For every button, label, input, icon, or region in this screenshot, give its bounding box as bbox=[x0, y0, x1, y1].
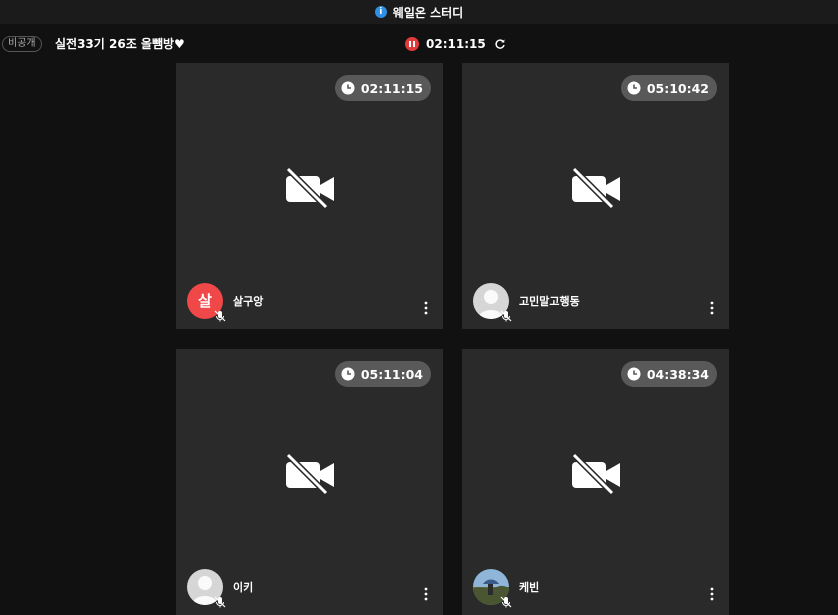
avatar bbox=[473, 569, 512, 608]
avatar: 살 bbox=[187, 283, 226, 322]
participant-tile[interactable]: 05:11:04 이키 bbox=[176, 349, 443, 615]
participant-tile[interactable]: 04:38:34 케빈 bbox=[462, 349, 729, 615]
video-off-icon bbox=[285, 166, 334, 210]
study-time: 05:11:04 bbox=[360, 366, 423, 382]
avatar bbox=[187, 569, 226, 608]
room-title: 실전33기 26조 올뺌방♥ bbox=[55, 37, 185, 51]
study-timer: 02:11:15 bbox=[405, 36, 506, 52]
participant-info: 케빈 bbox=[473, 569, 540, 608]
participant-name: 살구앙 bbox=[233, 295, 264, 308]
participant-tile[interactable]: 02:11:15 살 살구앙 bbox=[176, 63, 443, 329]
study-time: 05:10:42 bbox=[646, 80, 709, 96]
study-time: 02:11:15 bbox=[360, 80, 423, 96]
more-vertical-icon[interactable] bbox=[710, 301, 714, 315]
more-vertical-icon[interactable] bbox=[424, 301, 428, 315]
mic-off-icon bbox=[214, 596, 226, 608]
mic-off-icon bbox=[500, 596, 512, 608]
participant-info: 이키 bbox=[187, 569, 254, 608]
study-time-badge: 04:38:34 bbox=[620, 361, 717, 387]
clock-icon bbox=[341, 81, 355, 95]
avatar bbox=[473, 283, 512, 322]
video-off-icon bbox=[571, 166, 620, 210]
window-title: 웨일온 스터디 bbox=[392, 5, 464, 20]
clock-icon bbox=[627, 81, 641, 95]
participant-info: 고민말고행동 bbox=[473, 283, 580, 322]
more-vertical-icon[interactable] bbox=[710, 587, 714, 601]
participant-info: 살 살구앙 bbox=[187, 283, 264, 322]
timer-value: 02:11:15 bbox=[426, 37, 486, 51]
mic-off-icon bbox=[500, 310, 512, 322]
study-time-badge: 02:11:15 bbox=[334, 75, 431, 101]
video-off-icon bbox=[285, 452, 334, 496]
participant-tile[interactable]: 05:10:42 고민말고행동 bbox=[462, 63, 729, 329]
pause-icon[interactable] bbox=[405, 37, 419, 51]
refresh-icon[interactable] bbox=[494, 38, 506, 50]
info-icon[interactable]: i bbox=[374, 6, 387, 18]
participant-name: 이키 bbox=[233, 581, 254, 594]
mic-off-icon bbox=[214, 310, 226, 322]
participant-name: 케빈 bbox=[519, 581, 540, 594]
clock-icon bbox=[627, 367, 641, 381]
participant-name: 고민말고행동 bbox=[519, 295, 580, 308]
more-vertical-icon[interactable] bbox=[424, 587, 428, 601]
study-time: 04:38:34 bbox=[646, 366, 709, 382]
privacy-badge: 비공개 bbox=[2, 36, 42, 52]
room-header: 비공개 실전33기 26조 올뺌방♥ 02:11:15 bbox=[0, 33, 838, 55]
study-time-badge: 05:11:04 bbox=[334, 361, 431, 387]
clock-icon bbox=[341, 367, 355, 381]
window-titlebar: i 웨일온 스터디 bbox=[0, 0, 838, 24]
video-off-icon bbox=[571, 452, 620, 496]
study-time-badge: 05:10:42 bbox=[620, 75, 717, 101]
